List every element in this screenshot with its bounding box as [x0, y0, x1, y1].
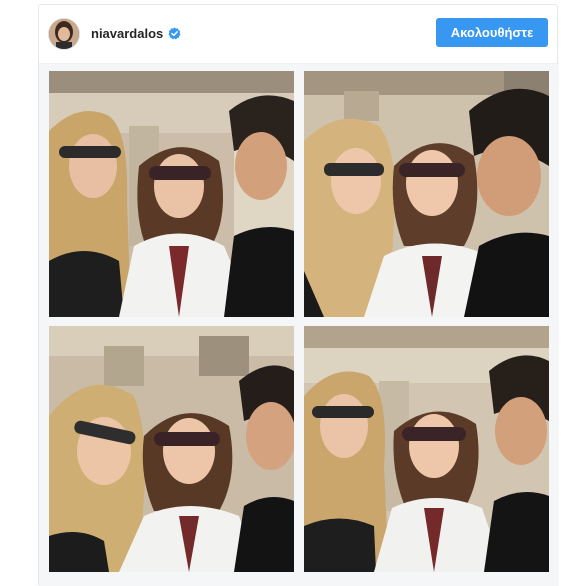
post-card: niavardalos Ακολουθήστε [38, 4, 559, 586]
collage-photo-2 [304, 71, 549, 317]
avatar[interactable] [49, 18, 79, 49]
username-link[interactable]: niavardalos [91, 26, 163, 41]
collage-photo-3 [49, 326, 294, 572]
verified-badge-icon [168, 27, 181, 40]
collage-photo-1 [49, 71, 294, 317]
post-header: niavardalos Ακολουθήστε [39, 5, 557, 62]
follow-button[interactable]: Ακολουθήστε [436, 18, 548, 47]
avatar-image [49, 18, 79, 49]
post-image[interactable] [39, 63, 559, 586]
collage-photo-4 [304, 326, 549, 572]
